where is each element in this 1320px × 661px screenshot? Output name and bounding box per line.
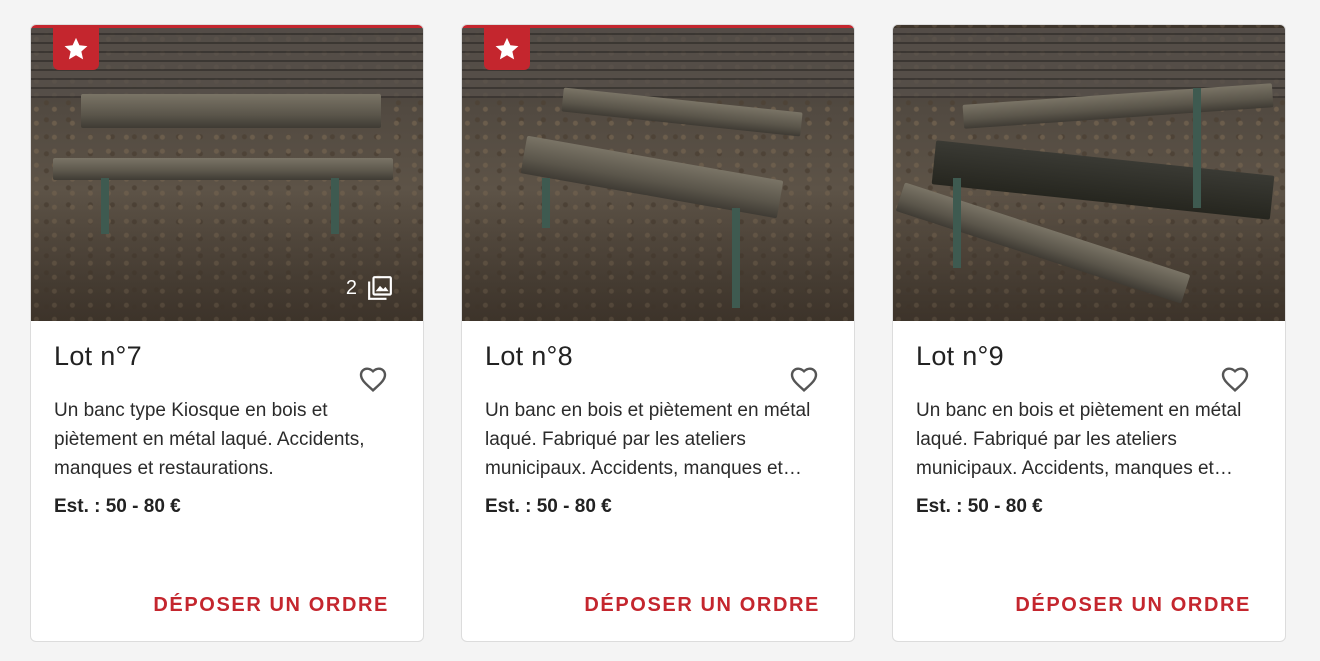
place-order-button[interactable]: DÉPOSER UN ORDRE [153, 594, 389, 617]
bench-leg [331, 178, 339, 234]
bench-seat [53, 158, 393, 180]
lot-title[interactable]: Lot n°8 [485, 341, 831, 372]
lot-title[interactable]: Lot n°7 [54, 341, 400, 372]
bench-leg [1193, 88, 1201, 208]
lot-card-body: Lot n°7 Un banc type Kiosque en bois et … [31, 341, 423, 518]
photo-count[interactable]: 2 [346, 275, 393, 301]
lot-card-body: Lot n°9 Un banc en bois et piètement en … [893, 341, 1285, 518]
star-icon [64, 37, 88, 60]
heart-outline-icon [1221, 367, 1249, 393]
star-icon [495, 37, 519, 60]
bench-leg [732, 208, 740, 308]
bench-leg [101, 178, 109, 234]
lot-card-8[interactable]: Lot n°8 Un banc en bois et piètement en … [461, 24, 855, 642]
favorite-button[interactable] [1219, 363, 1251, 393]
photo-count-value: 2 [345, 276, 357, 299]
lot-photo[interactable]: 2 [31, 25, 423, 321]
lot-photo[interactable] [893, 25, 1285, 321]
image-stack-icon [368, 276, 392, 300]
lot-estimate: Est. : 50 - 80 € [485, 496, 612, 517]
favorite-button[interactable] [788, 363, 820, 393]
bench-leg [542, 178, 550, 228]
lot-estimate: Est. : 50 - 80 € [54, 496, 181, 517]
lot-card-body: Lot n°8 Un banc en bois et piètement en … [462, 341, 854, 518]
heart-outline-icon [790, 367, 818, 393]
lot-estimate: Est. : 50 - 80 € [916, 496, 1043, 517]
place-order-button[interactable]: DÉPOSER UN ORDRE [584, 594, 820, 617]
lot-description: Un banc type Kiosque en bois et piètemen… [54, 400, 365, 479]
lot-description: Un banc en bois et piètement en métal la… [485, 400, 811, 479]
featured-badge [53, 28, 99, 70]
featured-badge [484, 28, 530, 70]
lot-card-7[interactable]: 2 Lot n°7 Un banc type Kiosque en bois e… [30, 24, 424, 642]
lot-description: Un banc en bois et piètement en métal la… [916, 400, 1242, 479]
favorite-button[interactable] [357, 363, 389, 393]
place-order-button[interactable]: DÉPOSER UN ORDRE [1015, 594, 1251, 617]
lot-list: 2 Lot n°7 Un banc type Kiosque en bois e… [0, 0, 1320, 661]
bench-backrest [81, 94, 381, 128]
lot-title[interactable]: Lot n°9 [916, 341, 1262, 372]
bench-seat [520, 135, 784, 219]
bench-leg [953, 178, 961, 268]
lot-photo[interactable] [462, 25, 854, 321]
heart-outline-icon [359, 367, 387, 393]
lot-card-9[interactable]: Lot n°9 Un banc en bois et piètement en … [892, 24, 1286, 642]
